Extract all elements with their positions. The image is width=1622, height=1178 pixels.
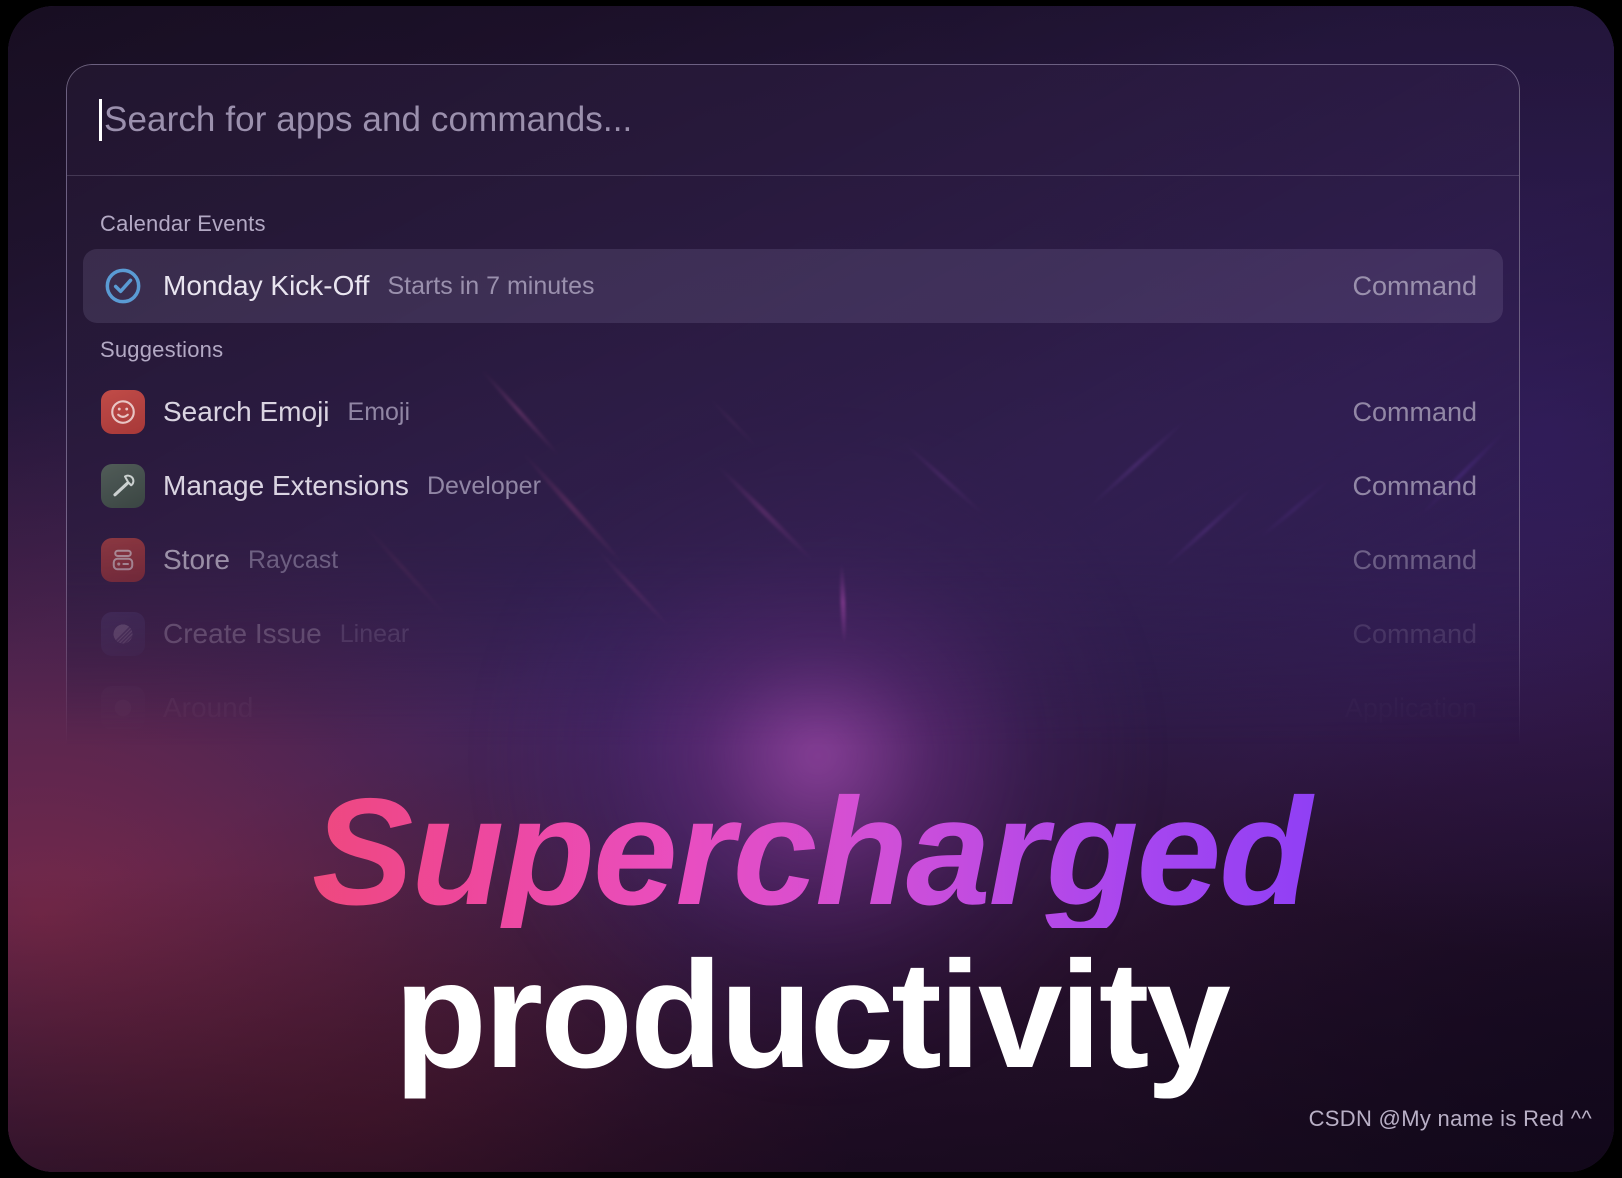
search-divider	[67, 175, 1519, 176]
result-title: Create Issue	[163, 618, 322, 649]
around-app-icon	[101, 686, 145, 730]
result-accessory: Command	[1352, 270, 1477, 301]
hammer-icon	[101, 464, 145, 508]
result-title: Monday Kick-Off	[163, 270, 370, 301]
linear-logo-icon	[101, 612, 145, 656]
result-accessory: Command	[1352, 396, 1477, 427]
result-subtitle: Raycast	[247, 545, 339, 574]
search-input[interactable]: Search for apps and commands...	[104, 100, 632, 140]
result-row[interactable]: Search Emoji Emoji Command	[83, 375, 1503, 449]
raycast-launcher-window: Search for apps and commands... Calendar…	[66, 64, 1520, 766]
search-bar[interactable]: Search for apps and commands...	[67, 65, 1519, 175]
result-accessory: Command	[1352, 470, 1477, 501]
result-subtitle: Starts in 7 minutes	[387, 271, 595, 300]
result-row[interactable]: Monday Kick-Off Starts in 7 minutes Comman…	[83, 249, 1503, 323]
smiley-face-icon	[101, 390, 145, 434]
result-row[interactable]: Manage Extensions Developer Command	[83, 449, 1503, 523]
result-accessory: Command	[1352, 618, 1477, 649]
result-title: Manage Extensions	[163, 470, 409, 501]
result-subtitle: Developer	[426, 471, 541, 500]
robot-store-icon	[101, 538, 145, 582]
calendar-check-circle-icon	[101, 264, 145, 308]
section-header-suggestions: Suggestions	[100, 337, 224, 362]
result-title: Around	[163, 692, 254, 723]
promo-screenshot: Search for apps and commands... Calendar…	[0, 0, 1622, 1178]
promo-card: Search for apps and commands... Calendar…	[8, 6, 1614, 1172]
result-subtitle: Emoji	[347, 397, 411, 426]
result-row[interactable]: Around Application	[83, 671, 1503, 745]
results-list[interactable]: Calendar Events Monday Kick-Off Starts in …	[67, 175, 1519, 745]
result-accessory: Application	[1344, 692, 1477, 723]
section-header-calendar-events: Calendar Events	[100, 211, 266, 236]
result-title: Search Emoji	[163, 396, 330, 427]
result-row[interactable]: Create Issue Linear Command	[83, 597, 1503, 671]
result-subtitle: Linear	[339, 619, 410, 648]
result-title: Store	[163, 544, 230, 575]
watermark: CSDN @My name is Red ^^	[1308, 1106, 1592, 1131]
result-row[interactable]: Store Raycast Command	[83, 523, 1503, 597]
text-caret-icon	[99, 99, 102, 141]
result-accessory: Command	[1352, 544, 1477, 575]
